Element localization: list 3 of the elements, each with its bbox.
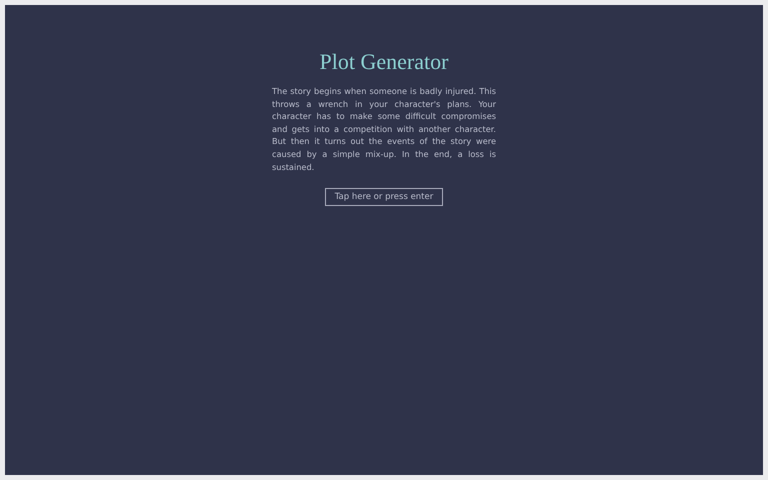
- plot-text: The story begins when someone is badly injured. This throws a wrench in your character's plans. Your character has to make some difficult compromises and gets into a competition with another character. But then it turns out the events of the story were caused by a simple mix-up. In the end, a loss is sustained.: [272, 85, 496, 174]
- generate-button[interactable]: Tap here or press enter: [324, 188, 444, 206]
- page-title: Plot Generator: [320, 49, 448, 75]
